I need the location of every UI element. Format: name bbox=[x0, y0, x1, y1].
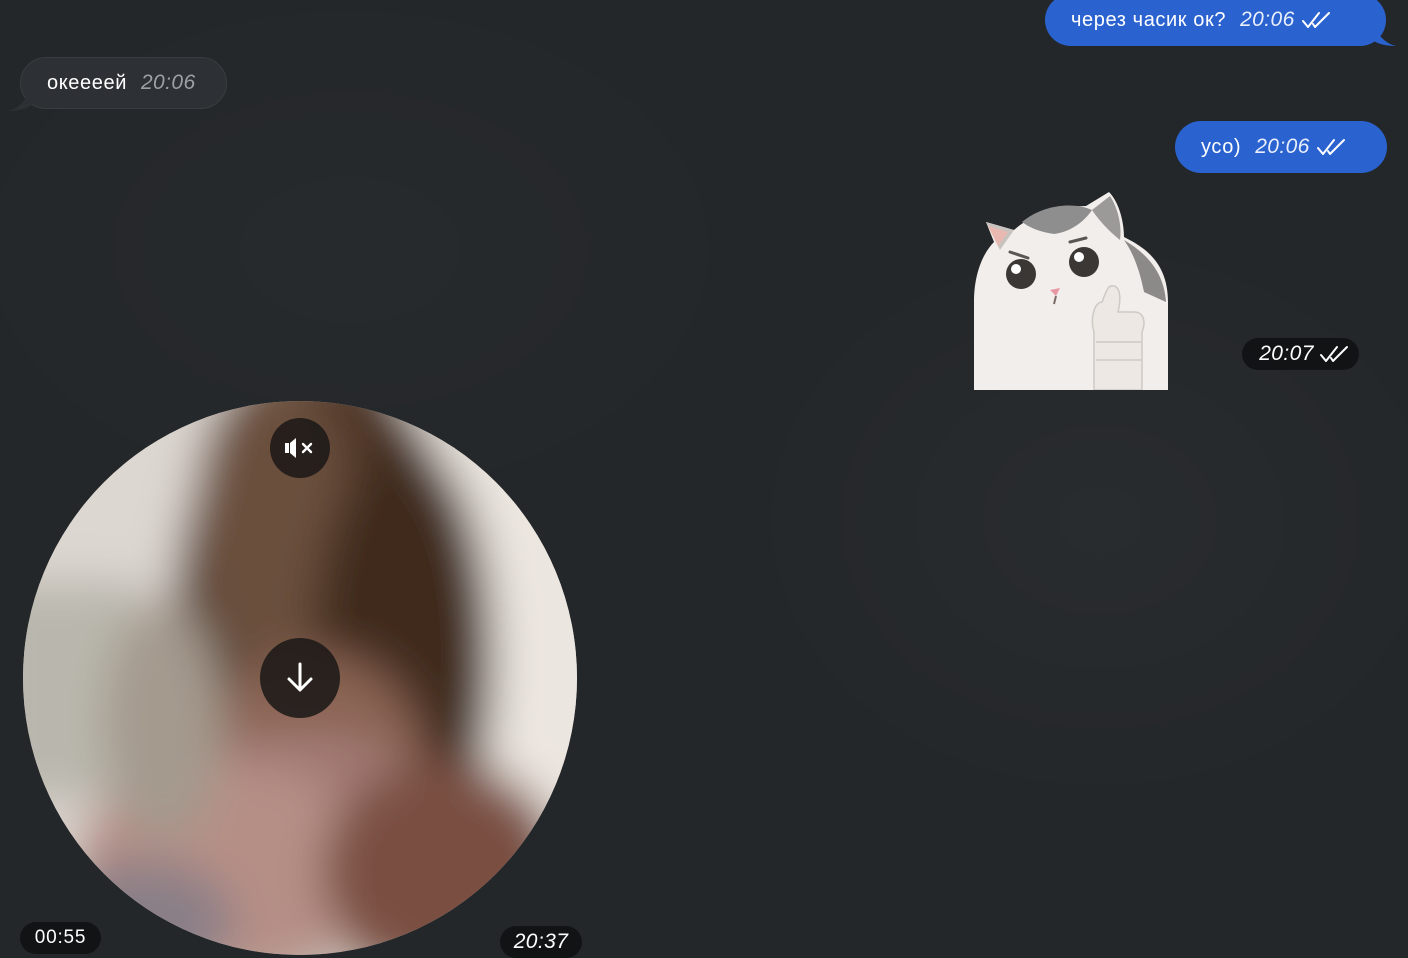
video-duration: 00:55 bbox=[34, 927, 87, 948]
double-check-icon bbox=[1319, 344, 1350, 364]
message-time: 20:06 bbox=[140, 71, 196, 94]
video-duration-pill: 00:55 bbox=[20, 922, 101, 954]
message-outgoing[interactable]: усо) 20:06 bbox=[1175, 121, 1387, 173]
message-text: океееей bbox=[47, 71, 127, 94]
message-time: 20:06 bbox=[1255, 135, 1310, 158]
mute-button[interactable] bbox=[270, 418, 330, 478]
double-check-icon bbox=[1316, 137, 1347, 157]
message-outgoing[interactable]: через часик ок? 20:06 bbox=[1045, 0, 1386, 46]
sticker-time-pill: 20:07 bbox=[1242, 338, 1359, 370]
bubble-tail bbox=[1372, 22, 1396, 46]
message-text: через часик ок? bbox=[1071, 8, 1227, 31]
sticker-time: 20:07 bbox=[1259, 342, 1314, 365]
message-incoming[interactable]: океееей 20:06 bbox=[20, 57, 227, 109]
message-time: 20:06 bbox=[1240, 8, 1295, 31]
arrow-down-icon bbox=[287, 662, 313, 692]
message-text: усо) bbox=[1201, 135, 1242, 158]
bubble-tail bbox=[8, 87, 32, 111]
speaker-muted-icon bbox=[285, 438, 313, 458]
video-time: 20:37 bbox=[513, 930, 569, 953]
video-time-pill: 20:37 bbox=[500, 926, 582, 958]
cat-thumbs-up-sticker[interactable] bbox=[974, 192, 1170, 391]
download-button[interactable] bbox=[260, 638, 340, 718]
double-check-icon bbox=[1301, 10, 1332, 30]
